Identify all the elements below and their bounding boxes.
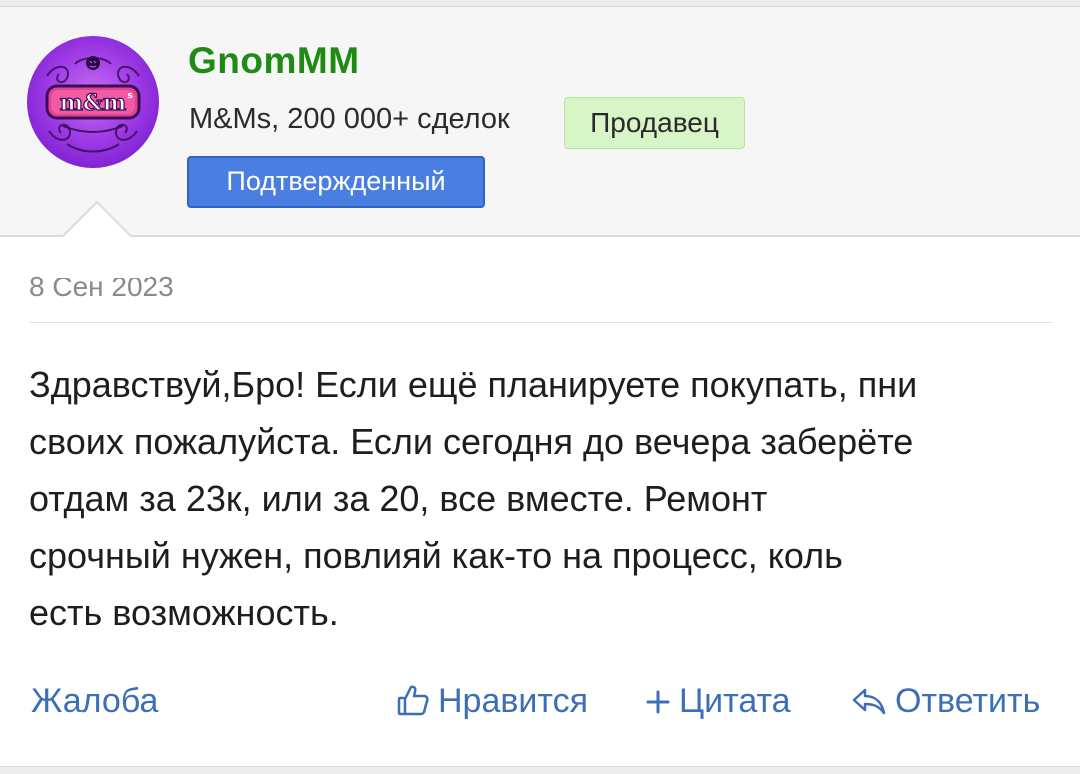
post-card: m&m s GnomMM M&Ms, 200 000+ сделок Прода…: [0, 0, 1080, 774]
svg-text:s: s: [127, 91, 132, 101]
message-line: Здравствуй,Бро! Если ещё планируете поку…: [29, 364, 918, 405]
reply-label: Ответить: [895, 682, 1041, 720]
avatar[interactable]: m&m s: [27, 36, 159, 168]
post-header: [0, 7, 1080, 237]
bottom-separator: [0, 766, 1080, 774]
mms-logo-icon: m&m s: [45, 56, 141, 153]
report-label: Жалоба: [31, 682, 159, 720]
thumbs-up-icon: [396, 683, 430, 726]
author-subtitle: M&Ms, 200 000+ сделок: [189, 103, 510, 135]
quote-button[interactable]: Цитата: [645, 682, 791, 726]
author-name[interactable]: GnomMM: [188, 40, 360, 82]
date-divider: [29, 322, 1053, 323]
quote-label: Цитата: [679, 682, 791, 720]
message-body: Здравствуй,Бро! Если ещё планируете поку…: [29, 356, 1059, 641]
plus-icon: [645, 687, 671, 726]
message-line: срочный нужен, повлияй как-то на процесс…: [29, 535, 843, 576]
seller-badge: Продавец: [564, 97, 745, 149]
report-link[interactable]: Жалоба: [31, 682, 158, 721]
top-separator: [0, 0, 1080, 7]
reply-icon: [851, 685, 887, 726]
message-line: есть возможность.: [29, 592, 339, 633]
message-line: своих пожалуйста. Если сегодня до вечера…: [29, 421, 914, 462]
reply-button[interactable]: Ответить: [851, 682, 1040, 726]
message-line: отдам за 23к, или за 20, все вместе. Рем…: [29, 478, 768, 519]
svg-text:m&m: m&m: [60, 90, 126, 116]
like-button[interactable]: Нравится: [396, 682, 588, 726]
confirmed-badge: Подтвержденный: [187, 156, 485, 208]
like-label: Нравится: [438, 682, 589, 720]
